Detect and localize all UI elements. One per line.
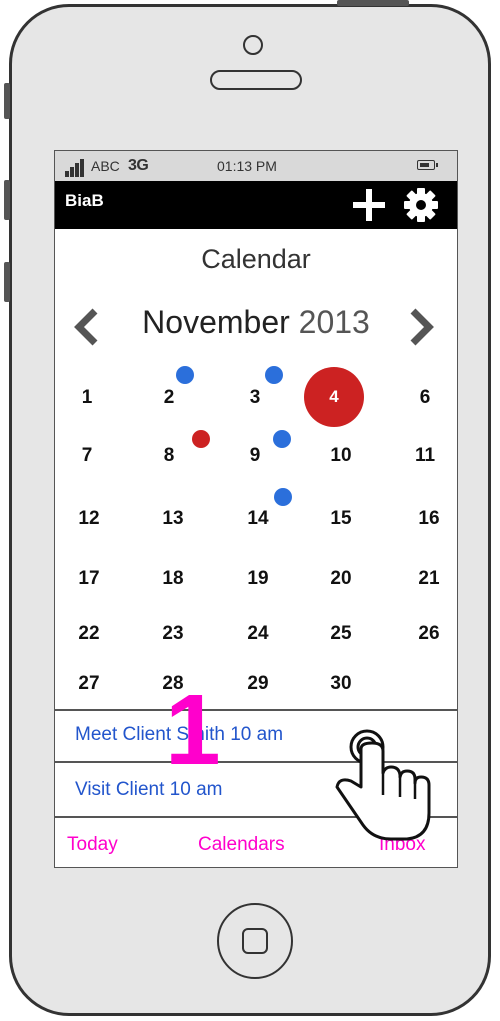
volume-down-button — [4, 262, 10, 302]
calendar-day[interactable]: 18 — [153, 568, 193, 590]
event-dot — [273, 430, 291, 448]
mute-switch — [4, 83, 10, 119]
event-dot — [265, 366, 283, 384]
calendar-day[interactable]: 12 — [69, 508, 109, 530]
calendar-day[interactable]: 17 — [69, 568, 109, 590]
home-button[interactable] — [217, 903, 293, 979]
calendar-day[interactable]: 19 — [238, 568, 278, 590]
event-dot — [274, 488, 292, 506]
calendar-day[interactable]: 10 — [321, 445, 361, 467]
calendar-day[interactable]: 20 — [321, 568, 361, 590]
calendar-day[interactable]: 27 — [69, 673, 109, 695]
calendar-day[interactable]: 23 — [153, 623, 193, 645]
calendar-day[interactable]: 29 — [238, 673, 278, 695]
event-dot — [176, 366, 194, 384]
divider — [55, 709, 457, 711]
calendar-day[interactable]: 14 — [238, 508, 278, 530]
calendar-day-selected[interactable]: 4 — [314, 387, 354, 407]
calendar-day[interactable]: 7 — [67, 445, 107, 467]
calendar-day[interactable]: 8 — [149, 445, 189, 467]
calendar-day[interactable]: 9 — [235, 445, 275, 467]
calendar-day[interactable]: 3 — [235, 387, 275, 409]
calendar-day[interactable]: 11 — [405, 445, 445, 467]
calendar-day[interactable]: 26 — [409, 623, 449, 645]
tab-today[interactable]: Today — [67, 834, 118, 856]
earpiece-speaker — [210, 70, 302, 90]
calendar-day[interactable]: 13 — [153, 508, 193, 530]
calendar-day[interactable]: 25 — [321, 623, 361, 645]
tap-hand-icon — [335, 729, 431, 841]
tab-calendars[interactable]: Calendars — [198, 834, 285, 856]
front-camera — [243, 35, 263, 55]
event-dot — [192, 430, 210, 448]
calendar-day[interactable]: 21 — [409, 568, 449, 590]
calendar-day[interactable]: 1 — [67, 387, 107, 409]
calendar-day[interactable]: 6 — [405, 387, 445, 409]
calendar-grid: 1 2 3 4 6 7 8 9 10 11 12 13 14 15 16 17 … — [55, 151, 457, 711]
power-button — [337, 0, 409, 6]
step-number-annotation: 1 — [165, 674, 221, 786]
volume-up-button — [4, 180, 10, 220]
calendar-day[interactable]: 30 — [321, 673, 361, 695]
calendar-day[interactable]: 22 — [69, 623, 109, 645]
calendar-day[interactable]: 24 — [238, 623, 278, 645]
calendar-day[interactable]: 2 — [149, 387, 189, 409]
calendar-day[interactable]: 15 — [321, 508, 361, 530]
calendar-day[interactable]: 16 — [409, 508, 449, 530]
